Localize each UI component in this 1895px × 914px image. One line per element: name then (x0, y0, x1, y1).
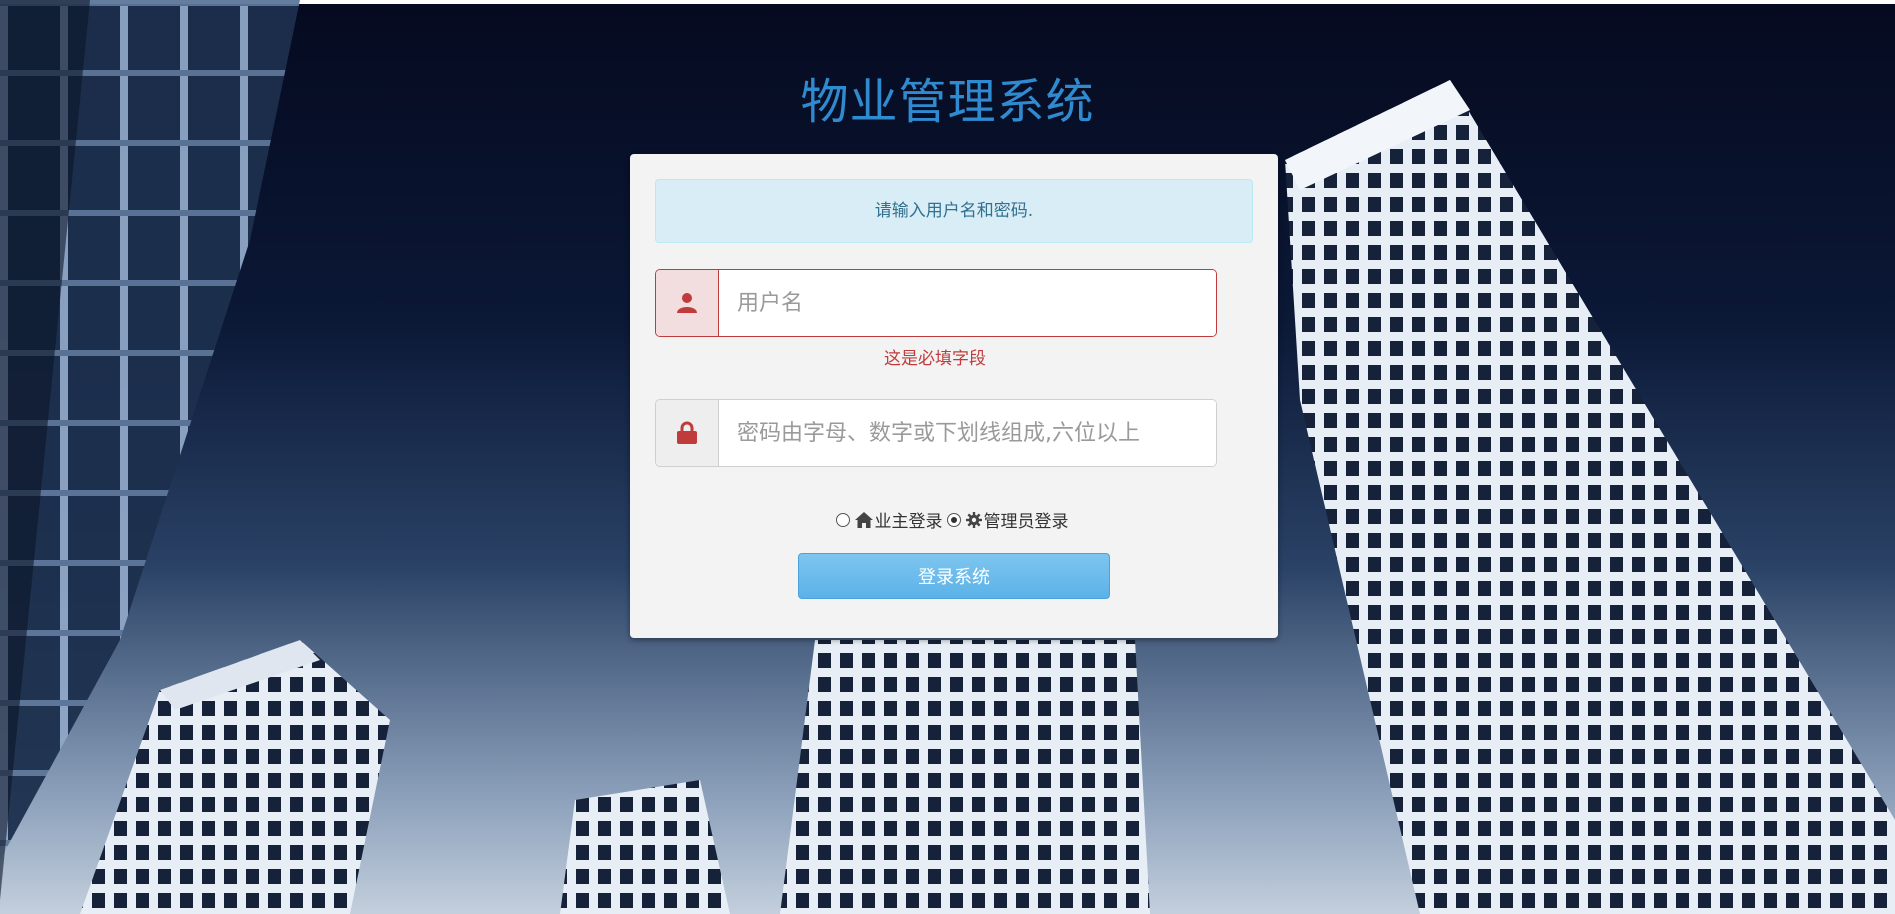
password-input-group (655, 399, 1217, 467)
owner-login-label: 业主登录 (874, 512, 943, 532)
admin-radio[interactable] (946, 512, 961, 527)
user-icon (656, 270, 719, 336)
role-option-owner[interactable]: 业主登录 (835, 507, 943, 532)
login-role-selector: 业主登录 管理员登录 (630, 507, 1278, 532)
password-input[interactable] (719, 400, 1216, 466)
login-panel: 请输入用户名和密码. 这是必填字段 (630, 154, 1278, 638)
info-alert: 请输入用户名和密码. (655, 179, 1253, 243)
home-icon (854, 511, 873, 528)
lock-icon (656, 400, 719, 466)
username-input[interactable] (719, 270, 1216, 336)
username-input-group (655, 269, 1217, 337)
admin-login-label: 管理员登录 (983, 512, 1069, 532)
login-button[interactable]: 登录系统 (798, 553, 1110, 599)
username-error-message: 这是必填字段 (884, 349, 986, 369)
login-page: 物业管理系统 请输入用户名和密码. 这是必填字段 (0, 0, 1895, 914)
owner-radio[interactable] (835, 512, 850, 527)
gear-icon (965, 511, 982, 528)
page-title: 物业管理系统 (800, 74, 1095, 130)
role-option-admin[interactable]: 管理员登录 (946, 507, 1069, 532)
